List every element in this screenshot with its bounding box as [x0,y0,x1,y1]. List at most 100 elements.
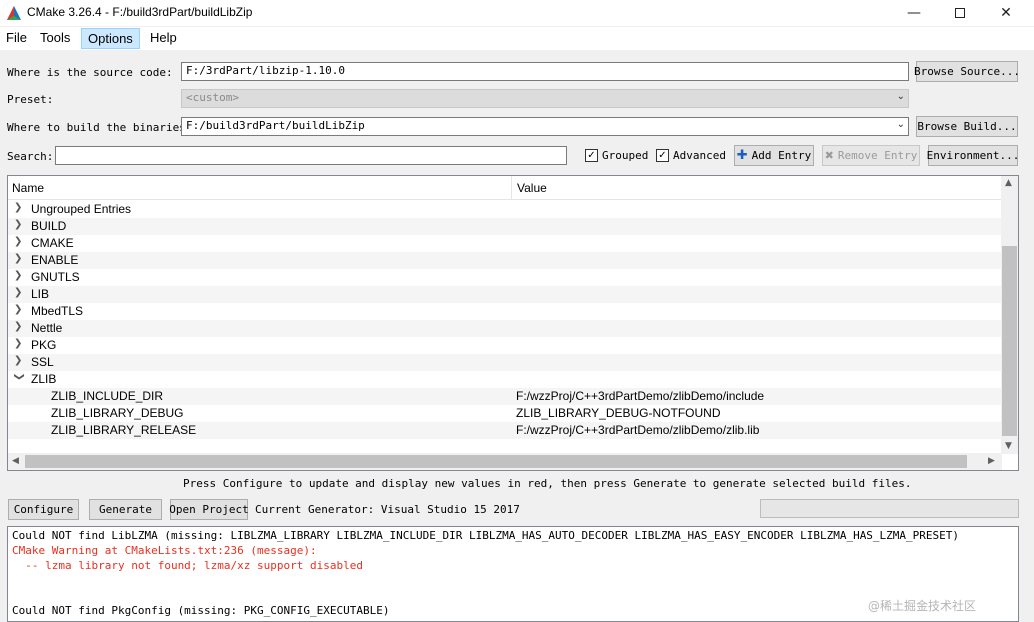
group-name: ENABLE [31,253,79,267]
advanced-label: Advanced [673,149,726,162]
group-name: Ungrouped Entries [31,202,132,216]
chevron-right-icon[interactable]: ❯ [14,338,24,349]
tree-entry-row[interactable]: ZLIB_LIBRARY_RELEASE F:/wzzProj/C++3rdPar… [8,422,1002,439]
chevron-right-icon[interactable]: ❯ [14,287,24,298]
entry-value[interactable]: F:/wzzProj/C++3rdPartDemo/zlibDemo/inclu… [516,389,764,403]
configure-button[interactable]: Configure [8,499,79,520]
group-name: Nettle [31,321,63,335]
chevron-right-icon[interactable]: ❯ [14,304,24,315]
checkmark-icon: ✓ [585,149,598,162]
source-path-input[interactable]: F:/3rdPart/libzip-1.10.0 [181,62,909,81]
minimize-button[interactable]: — [891,0,937,26]
chevron-down-icon: ⌄ [896,91,905,102]
maximize-button[interactable] [937,0,983,26]
cache-tree[interactable]: Name Value ❯ Ungrouped Entries ❯ BUILD ❯ CM… [7,175,1019,471]
entry-value[interactable]: ZLIB_LIBRARY_DEBUG-NOTFOUND [516,406,721,420]
advanced-checkbox[interactable]: ✓ Advanced [656,149,726,162]
chevron-right-icon[interactable]: ❯ [14,202,24,213]
tree-group-row[interactable]: ❯ ENABLE [8,252,1002,269]
tree-group-row[interactable]: ❯ SSL [8,354,1002,371]
plus-icon: ✚ [736,148,748,163]
browse-build-button[interactable]: Browse Build... [916,116,1018,137]
chevron-right-icon[interactable]: ❯ [14,270,24,281]
group-name: GNUTLS [31,270,80,284]
add-entry-button[interactable]: ✚ Add Entry [734,145,814,166]
build-path-combo[interactable]: F:/build3rdPart/buildLibZip ⌄ [181,117,909,136]
menu-help[interactable]: Help [144,28,183,49]
tree-group-row[interactable]: ❯ Ungrouped Entries [8,201,1002,218]
group-name: LIB [31,287,50,301]
window-title: CMake 3.26.4 - F:/build3rdPart/buildLibZ… [27,5,253,19]
menu-tools[interactable]: Tools [34,28,76,49]
build-label: Where to build the binaries: [7,121,193,134]
scroll-right-icon[interactable]: ▶ [988,456,995,466]
vertical-scrollbar[interactable]: ▲ ▼ [1001,176,1018,454]
tree-group-row[interactable]: ❯ ZLIB [8,371,1002,388]
chevron-down-icon[interactable]: ⌄ [897,119,905,130]
log-line: Could NOT find LibLZMA (missing: LIBLZMA… [12,529,960,542]
environment-button[interactable]: Environment... [927,145,1019,166]
tree-group-row[interactable]: ❯ Nettle [8,320,1002,337]
cmake-logo-icon [7,6,21,20]
preset-combo: <custom> ⌄ [181,89,909,108]
build-path-value: F:/build3rdPart/buildLibZip [186,119,365,132]
chevron-right-icon[interactable]: ❯ [14,253,24,264]
tree-group-row[interactable]: ❯ PKG [8,337,1002,354]
chevron-right-icon[interactable]: ❯ [14,321,24,332]
group-name: MbedTLS [31,304,84,318]
scroll-down-icon[interactable]: ▼ [1005,441,1012,451]
chevron-right-icon[interactable]: ❯ [14,355,24,366]
source-label: Where is the source code: [7,66,173,79]
remove-icon: ✖ [824,149,834,162]
entry-name: ZLIB_LIBRARY_DEBUG [51,406,184,420]
scroll-up-icon[interactable]: ▲ [1005,178,1012,188]
group-name: PKG [31,338,57,352]
group-name: SSL [31,355,54,369]
grouped-label: Grouped [602,149,649,162]
tree-group-row[interactable]: ❯ BUILD [8,218,1002,235]
column-header-value[interactable]: Value [517,181,547,195]
log-line: CMake Warning at CMakeLists.txt:236 (mes… [12,544,317,557]
remove-entry-button[interactable]: ✖ Remove Entry [822,145,920,166]
maximize-icon [955,8,965,18]
grouped-checkbox[interactable]: ✓ Grouped [585,149,648,162]
title-bar: CMake 3.26.4 - F:/build3rdPart/buildLibZ… [0,0,1034,26]
close-button[interactable]: ✕ [983,0,1029,26]
generate-button[interactable]: Generate [89,499,162,520]
tree-group-row[interactable]: ❯ CMAKE [8,235,1002,252]
log-line: -- lzma library not found; lzma/xz suppo… [12,559,363,572]
chevron-down-icon[interactable]: ❯ [14,373,25,383]
scroll-left-icon[interactable]: ◀ [12,456,19,466]
group-name: CMAKE [31,236,74,250]
minimize-icon: — [907,5,921,21]
column-divider[interactable] [511,176,512,200]
tree-entry-row[interactable]: ZLIB_LIBRARY_DEBUG ZLIB_LIBRARY_DEBUG-NOT… [8,405,1002,422]
tree-group-row[interactable]: ❯ GNUTLS [8,269,1002,286]
tree-header: Name Value [8,176,1002,200]
group-name: BUILD [31,219,67,233]
open-project-button[interactable]: Open Project [169,499,249,520]
close-icon: ✕ [1000,5,1012,21]
group-name: ZLIB [31,372,57,386]
tree-entry-row[interactable]: ZLIB_INCLUDE_DIR F:/wzzProj/C++3rdPartDem… [8,388,1002,405]
preset-label: Preset: [7,93,54,106]
horizontal-scroll-thumb[interactable] [25,455,967,468]
chevron-right-icon[interactable]: ❯ [14,219,24,230]
menu-file[interactable]: File [0,28,33,49]
browse-source-button[interactable]: Browse Source... [914,61,1020,82]
remove-entry-label: Remove Entry [837,149,918,162]
column-header-name[interactable]: Name [12,181,44,195]
entry-value[interactable]: F:/wzzProj/C++3rdPartDemo/zlibDemo/zlib.… [516,423,759,437]
tree-group-row[interactable]: ❯ MbedTLS [8,303,1002,320]
entry-name: ZLIB_LIBRARY_RELEASE [51,423,197,437]
vertical-scroll-thumb[interactable] [1002,246,1017,436]
search-input[interactable] [55,146,567,165]
entry-name: ZLIB_INCLUDE_DIR [51,389,164,403]
log-line: Could NOT find PkgConfig (missing: PKG_C… [12,604,390,617]
chevron-right-icon[interactable]: ❯ [14,236,24,247]
horizontal-scrollbar[interactable]: ◀ ▶ [8,453,1002,470]
tree-group-row[interactable]: ❯ LIB [8,286,1002,303]
menu-options[interactable]: Options [81,28,140,49]
search-label: Search: [7,150,54,163]
add-entry-label: Add Entry [751,149,812,162]
